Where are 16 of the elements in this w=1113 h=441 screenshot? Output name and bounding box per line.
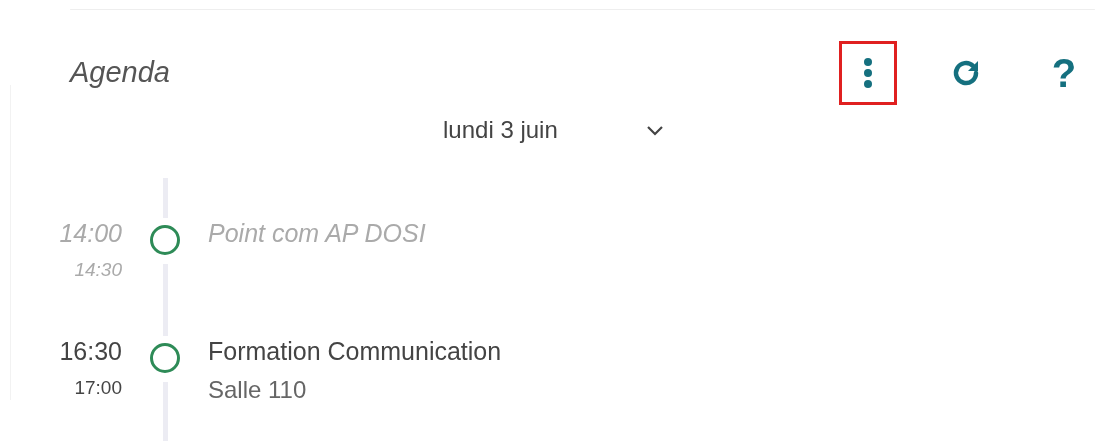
- event-location: Salle 110: [208, 375, 308, 405]
- card-title: Agenda: [70, 55, 170, 91]
- event-title: Point com AP DOSI: [208, 218, 426, 248]
- event-title: Formation Communication: [208, 336, 502, 366]
- more-icon: [863, 57, 873, 89]
- status-circle-icon: [149, 342, 181, 374]
- status-circle-icon: [149, 224, 181, 256]
- start-time: 14:00: [58, 218, 122, 248]
- end-time: 17:00: [73, 376, 122, 400]
- help-icon: ?: [1051, 53, 1077, 93]
- date-dropdown[interactable]: lundi 3 juin: [443, 112, 664, 148]
- start-time: 16:30: [58, 336, 122, 366]
- end-time: 14:30: [73, 258, 122, 282]
- more-button[interactable]: [839, 41, 897, 105]
- chevron-down-icon: [645, 124, 664, 136]
- help-button[interactable]: ?: [1035, 41, 1093, 105]
